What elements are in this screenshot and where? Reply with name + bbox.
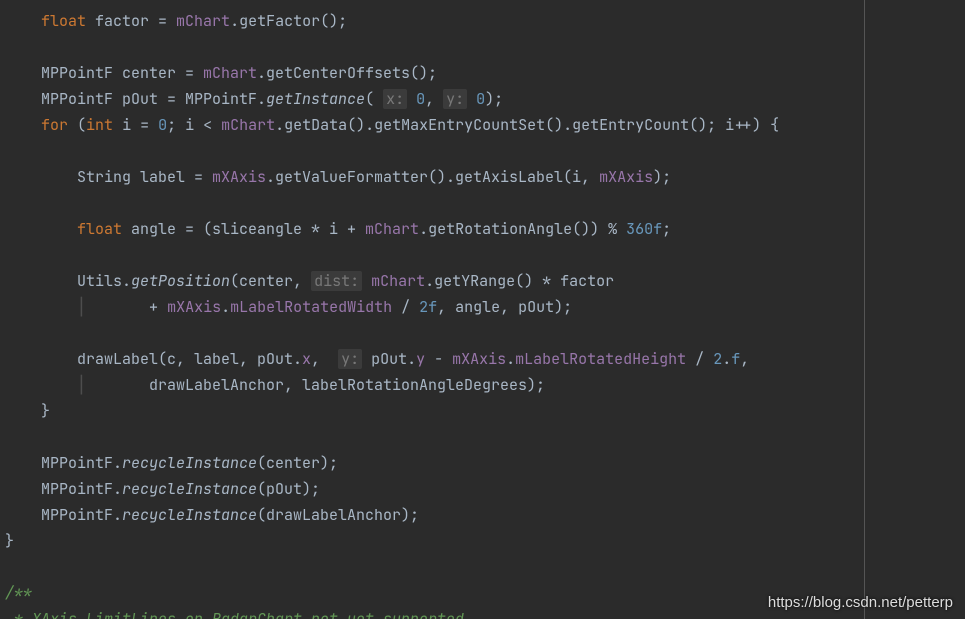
param-hint-x: x: <box>383 89 407 109</box>
javadoc-line: * XAxis LimitLines on RadarChart not yet… <box>5 609 464 619</box>
right-gutter-panel <box>871 0 965 619</box>
method-getposition: getPosition <box>131 271 230 291</box>
javadoc-open: /** <box>5 583 32 603</box>
keyword-float: float <box>41 11 86 31</box>
method-getinstance: getInstance <box>266 89 365 109</box>
keyword-for: for <box>41 115 68 135</box>
param-hint-y: y: <box>443 89 467 109</box>
watermark-text: https://blog.csdn.net/petterp <box>768 594 953 611</box>
code-editor[interactable]: float factor = mChart.getFactor(); MPPoi… <box>5 0 865 619</box>
method-recycle: recycleInstance <box>122 453 257 473</box>
param-hint-dist: dist: <box>311 271 362 291</box>
code-block: float factor = mChart.getFactor(); MPPoi… <box>5 8 864 619</box>
param-hint-y2: y: <box>338 349 362 369</box>
field-mchart: mChart <box>176 11 230 31</box>
